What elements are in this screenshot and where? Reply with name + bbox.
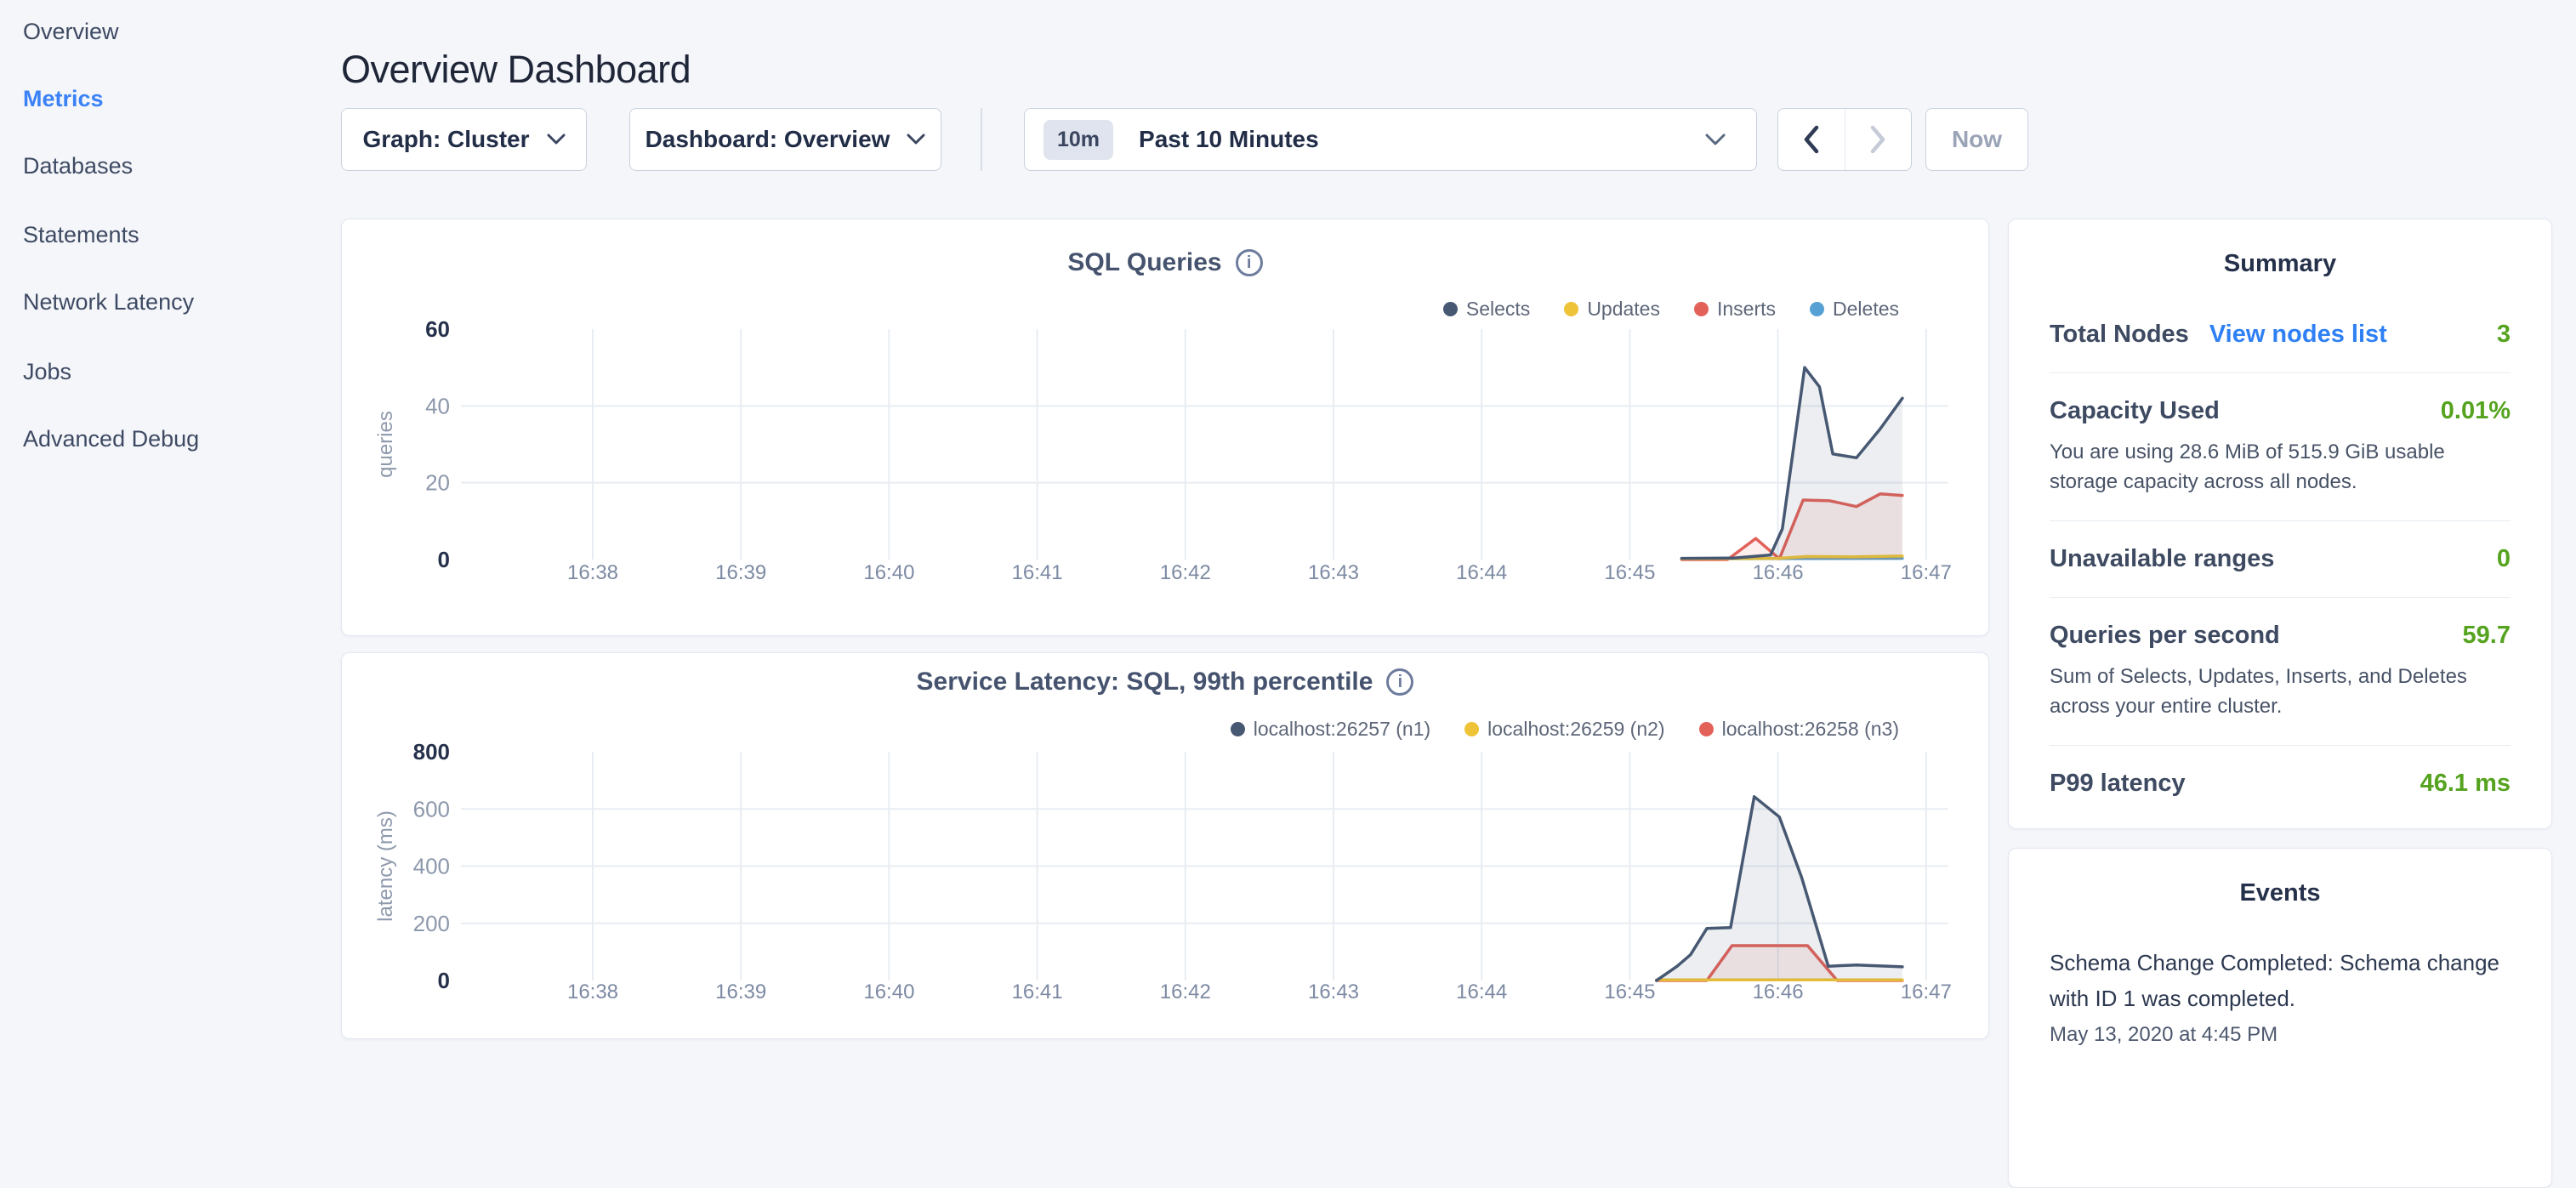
x-axis-label: 16:42 [1160,561,1211,584]
y-axis-label: 40 [425,393,450,418]
summary-value: 0 [2497,545,2511,573]
summary-panel: Summary Total Nodes View nodes list 3 Ca… [2008,219,2552,829]
chevron-down-icon [907,134,925,145]
summary-title: Summary [2050,219,2511,278]
chevron-right-icon [1868,124,1887,155]
sidebar-item-advanced-debug[interactable]: Advanced Debug [23,422,199,456]
summary-row-total-nodes: Total Nodes View nodes list 3 [2050,297,2511,373]
y-axis-label: 0 [438,968,450,993]
x-axis-label: 16:38 [567,561,618,584]
time-range-badge: 10m [1043,120,1113,160]
service-latency-chart-panel: Service Latency: SQL, 99th percentile i … [341,652,1989,1039]
x-axis-label: 16:38 [567,981,618,1003]
sql-queries-chart-panel: SQL Queries i SelectsUpdatesInsertsDelet… [341,219,1989,636]
x-axis-label: 16:45 [1604,981,1655,1003]
summary-value: 46.1 ms [2420,770,2511,798]
summary-label: P99 latency [2050,770,2186,798]
summary-row-unavailable-ranges: Unavailable ranges 0 [2050,521,2511,598]
summary-value: 3 [2497,321,2511,349]
summary-caption: You are using 28.6 MiB of 515.9 GiB usab… [2050,437,2511,497]
summary-row-capacity-used: Capacity Used 0.01% You are using 28.6 M… [2050,373,2511,521]
x-axis-label: 16:41 [1012,981,1063,1003]
event-text: Schema Change Completed: Schema change w… [2050,945,2511,1016]
events-panel: Events Schema Change Completed: Schema c… [2008,848,2552,1188]
y-axis-label: 400 [413,854,450,879]
x-axis-label: 16:44 [1456,981,1507,1003]
sidebar-item-overview[interactable]: Overview [23,14,119,48]
next-time-button[interactable] [1845,109,1912,170]
x-axis-label: 16:47 [1901,561,1952,584]
x-axis-label: 16:43 [1308,981,1359,1003]
summary-caption: Sum of Selects, Updates, Inserts, and De… [2050,662,2511,721]
previous-time-button[interactable] [1778,109,1845,170]
sidebar-item-jobs[interactable]: Jobs [23,355,71,389]
y-axis-label: 800 [413,739,450,765]
graph-dropdown-label: Graph: Cluster [362,126,529,153]
x-axis-label: 16:43 [1308,561,1359,584]
summary-label: Capacity Used [2050,397,2220,425]
dashboard-dropdown-label: Dashboard: Overview [645,126,890,153]
view-nodes-list-link[interactable]: View nodes list [2209,321,2387,349]
x-axis-label: 16:41 [1012,561,1063,584]
chevron-left-icon [1802,124,1821,155]
divider [981,108,982,171]
dashboard-dropdown[interactable]: Dashboard: Overview [629,108,941,171]
now-button[interactable]: Now [1925,108,2028,171]
service-latency-plot: 16:38 16:39 16:40 16:41 16:42 16:43 16:44 16:45… [342,653,1990,1040]
summary-label: Unavailable ranges [2050,545,2274,573]
chevron-down-icon [1705,134,1726,146]
summary-row-p99-latency: P99 latency 46.1 ms [2050,746,2511,821]
events-title: Events [2050,849,2511,907]
x-axis-label: 16:39 [715,981,766,1003]
summary-label: Total Nodes [2050,321,2189,349]
y-axis-label: 200 [413,911,450,936]
x-axis-label: 16:46 [1753,561,1804,584]
event-item[interactable]: Schema Change Completed: Schema change w… [2050,945,2511,1047]
page-title: Overview Dashboard [341,48,691,92]
event-timestamp: May 13, 2020 at 4:45 PM [2050,1023,2511,1047]
graph-dropdown[interactable]: Graph: Cluster [341,108,587,171]
time-range-label: Past 10 Minutes [1139,126,1319,153]
x-axis-label: 16:42 [1160,981,1211,1003]
x-axis-label: 16:40 [863,561,914,584]
time-range-dropdown[interactable]: 10m Past 10 Minutes [1024,108,1757,171]
x-axis-label: 16:45 [1604,561,1655,584]
summary-label: Queries per second [2050,622,2280,650]
time-arrow-group [1777,108,1912,171]
x-axis-label: 16:46 [1753,981,1804,1003]
sidebar-item-network-latency[interactable]: Network Latency [23,285,194,319]
y-axis-label: 600 [413,796,450,821]
sidebar-item-statements[interactable]: Statements [23,218,139,252]
chevron-down-icon [547,134,566,145]
sidebar-item-metrics[interactable]: Metrics [23,82,104,116]
sidebar-item-databases[interactable]: Databases [23,149,133,183]
events-list: Schema Change Completed: Schema change w… [2050,945,2511,1047]
y-axis-title: queries [374,411,397,478]
y-axis-label: 0 [438,547,450,572]
x-axis-label: 16:39 [715,561,766,584]
summary-value: 0.01% [2441,397,2511,425]
y-axis-title: latency (ms) [374,810,397,922]
x-axis-label: 16:47 [1901,981,1952,1003]
summary-value: 59.7 [2463,622,2511,650]
summary-row-queries-per-second: Queries per second 59.7 Sum of Selects, … [2050,598,2511,746]
y-axis-label: 60 [425,316,450,342]
x-axis-label: 16:44 [1456,561,1507,584]
y-axis-label: 20 [425,470,450,496]
sql-queries-plot: 16:38 16:39 16:40 16:41 16:42 16:43 16:44 16:45… [342,219,1990,637]
x-axis-label: 16:40 [863,981,914,1003]
